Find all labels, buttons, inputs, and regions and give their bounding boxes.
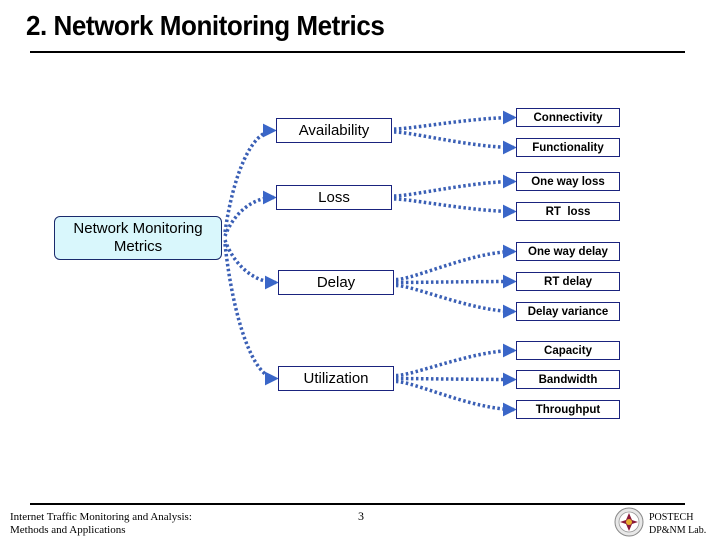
connector-root-to-category-2: [223, 239, 279, 290]
metric-node-one-way-delay: One way delay: [516, 242, 620, 261]
connector-category-0-to-metric-0: [393, 110, 517, 131]
connector-category-2-to-metric-0: [395, 244, 517, 282]
footer-lab-line1: POSTECH: [649, 512, 694, 523]
metric-node-one-way-loss: One way loss: [516, 172, 620, 191]
connector-category-2-to-metric-2: [395, 283, 517, 319]
metric-node-rt-loss: RT loss: [516, 202, 620, 221]
footer-lab-line2: DP&NM Lab.: [649, 525, 707, 536]
connector-root-to-category-1: [223, 190, 277, 237]
category-node-utilization: Utilization: [278, 366, 394, 391]
metric-node-rt-delay: RT delay: [516, 272, 620, 291]
root-label-line1: Network Monitoring: [73, 220, 203, 237]
postech-logo-icon: [614, 507, 644, 537]
connector-category-1-to-metric-0: [393, 174, 517, 198]
connector-category-3-to-metric-1: [395, 372, 517, 387]
metric-node-bandwidth: Bandwidth: [516, 370, 620, 389]
metric-node-capacity: Capacity: [516, 341, 620, 360]
connector-category-3-to-metric-2: [395, 379, 517, 417]
connector-category-0-to-metric-1: [393, 130, 517, 155]
metric-node-delay-variance: Delay variance: [516, 302, 620, 321]
category-node-availability: Availability: [276, 118, 392, 143]
metric-node-throughput: Throughput: [516, 400, 620, 419]
connector-category-1-to-metric-1: [393, 197, 517, 219]
connector-category-2-to-metric-1: [395, 274, 517, 289]
metric-node-connectivity: Connectivity: [516, 108, 620, 127]
page-number: 3: [358, 509, 364, 523]
connector-root-to-category-3: [223, 243, 279, 386]
footer-lab-name: POSTECH DP&NM Lab.: [649, 511, 706, 537]
footer-divider: [30, 503, 685, 505]
connector-root-to-category-0: [223, 123, 277, 233]
footer-course-line2: Methods and Applications: [10, 524, 126, 536]
root-node-network-monitoring-metrics: Network Monitoring Metrics: [54, 216, 222, 260]
category-node-loss: Loss: [276, 185, 392, 210]
metric-node-functionality: Functionality: [516, 138, 620, 157]
connector-category-3-to-metric-0: [395, 343, 517, 378]
category-node-delay: Delay: [278, 270, 394, 295]
footer-course-title: Internet Traffic Monitoring and Analysis…: [10, 511, 192, 537]
footer-course-line1: Internet Traffic Monitoring and Analysis…: [10, 511, 192, 523]
root-label-line2: Metrics: [113, 238, 163, 255]
